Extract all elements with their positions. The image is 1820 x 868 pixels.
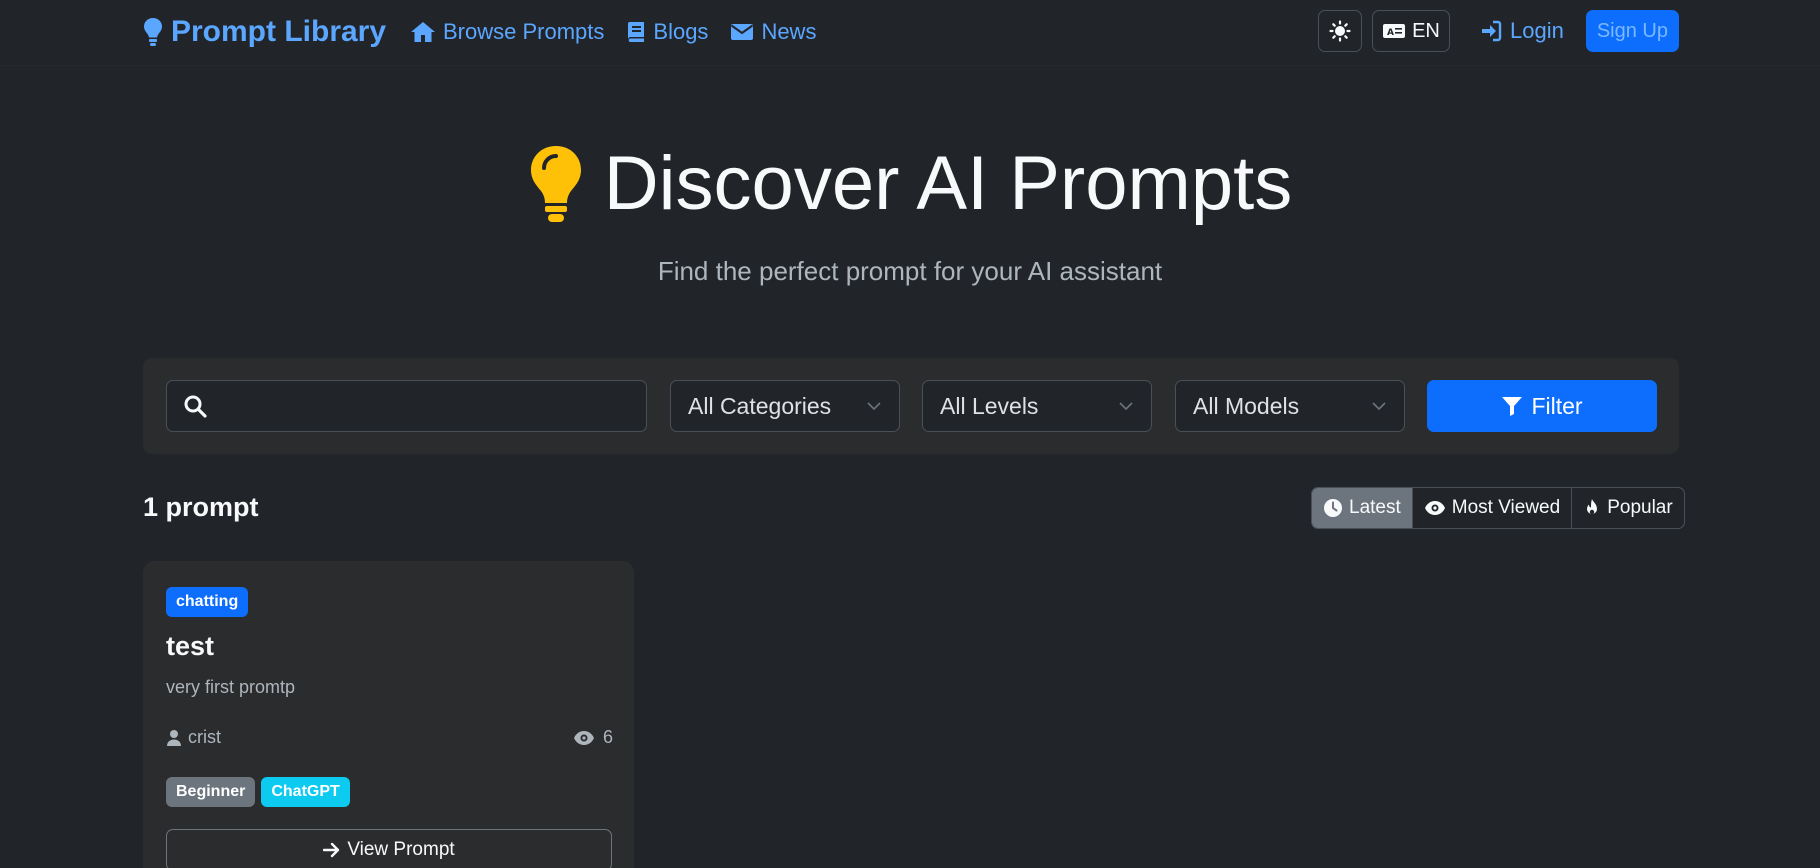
filter-button[interactable]: Filter [1427,380,1657,432]
nav-browse-prompts[interactable]: Browse Prompts [410,19,604,45]
translate-icon: A [1382,22,1406,40]
hero-title: Discover AI Prompts [0,140,1820,227]
category-select-value: All Categories [688,392,832,419]
level-select[interactable]: All Levels [922,380,1152,432]
nav-actions: A EN Login Sign Up [1318,10,1679,52]
sort-options: Latest Most Viewed Popular [1311,487,1685,529]
lightbulb-icon [143,17,163,47]
sun-icon [1329,20,1351,42]
lightbulb-icon [528,144,584,224]
search-input[interactable] [219,393,639,419]
brand-link[interactable]: Prompt Library [143,14,386,50]
envelope-icon [730,23,754,41]
model-select-value: All Models [1193,392,1300,419]
prompt-tags: Beginner ChatGPT [166,777,350,807]
sort-most-viewed-label: Most Viewed [1451,497,1561,518]
login-link[interactable]: Login [1480,18,1564,44]
eye-icon [1424,500,1446,516]
prompt-title[interactable]: test [166,631,214,662]
brand-name: Prompt Library [171,15,387,48]
clock-icon [1323,498,1343,518]
book-icon [626,21,646,43]
author-name: crist [188,727,221,747]
prompt-description: very first promtp [166,677,296,697]
sign-in-icon [1480,20,1502,42]
filter-button-label: Filter [1531,392,1583,419]
sort-latest-button[interactable]: Latest [1312,488,1413,528]
nav-blogs-label: Blogs [653,19,709,44]
hero-title-text: Discover AI Prompts [603,141,1293,226]
funnel-icon [1501,395,1523,417]
level-select-value: All Levels [940,392,1039,419]
view-prompt-label: View Prompt [347,839,455,860]
model-select[interactable]: All Models [1175,380,1405,432]
chevron-down-icon [867,401,881,411]
main-nav: Browse Prompts Blogs News [410,14,816,50]
eye-icon [573,730,595,746]
nav-browse-prompts-label: Browse Prompts [443,19,605,44]
nav-news[interactable]: News [730,19,816,45]
language-label: EN [1412,19,1440,42]
prompt-author: crist [166,727,221,748]
sort-latest-label: Latest [1349,497,1401,518]
hero-subtitle: Find the perfect prompt for your AI assi… [657,256,1163,286]
user-icon [166,729,182,747]
nav-news-label: News [761,19,817,44]
search-icon [183,394,207,418]
theme-toggle-button[interactable] [1318,10,1362,52]
arrow-right-icon [323,842,341,858]
category-select[interactable]: All Categories [670,380,900,432]
prompt-views: 6 [573,727,613,748]
results-count: 1 prompt [143,492,259,522]
language-button[interactable]: A EN [1372,10,1450,52]
level-badge: Beginner [166,777,256,807]
sort-popular-button[interactable]: Popular [1572,488,1684,528]
view-count: 6 [602,727,613,747]
home-icon [410,21,436,43]
sort-most-viewed-button[interactable]: Most Viewed [1413,488,1573,528]
search-box [166,380,647,432]
navbar: Prompt Library Browse Prompts Blogs News [0,0,1820,66]
sort-popular-label: Popular [1607,497,1673,518]
chevron-down-icon [1119,401,1133,411]
chevron-down-icon [1372,401,1386,411]
view-prompt-button[interactable]: View Prompt [166,829,612,868]
prompt-card: chatting test very first promtp crist 6 … [143,561,634,868]
signup-button[interactable]: Sign Up [1585,10,1679,52]
nav-blogs[interactable]: Blogs [626,19,708,45]
model-badge: ChatGPT [261,777,350,807]
svg-text:A: A [1387,28,1394,38]
filter-panel: All Categories All Levels All Models Fil… [143,358,1679,454]
fire-icon [1583,498,1601,518]
category-badge[interactable]: chatting [166,587,249,617]
login-label: Login [1510,18,1564,43]
